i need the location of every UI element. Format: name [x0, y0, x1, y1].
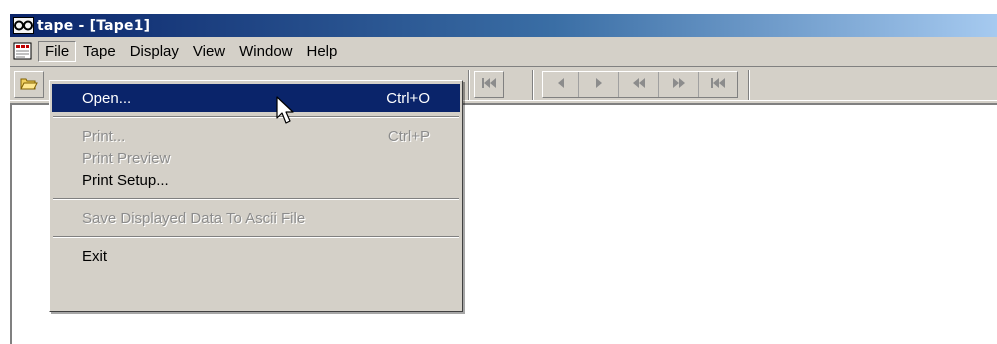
skip-start-button-2[interactable] [699, 72, 737, 97]
toolbar-group-file [14, 71, 44, 98]
step-back-icon [557, 77, 565, 92]
skip-start-button[interactable] [475, 72, 502, 97]
toolbar-group-playback [542, 71, 738, 98]
menu-display[interactable]: Display [123, 41, 186, 62]
menu-item-open-label: Open... [82, 89, 132, 107]
menu-item-print-label: Print... [82, 127, 126, 145]
menu-view[interactable]: View [186, 41, 232, 62]
menu-item-print-setup[interactable]: Print Setup... [52, 166, 460, 194]
menu-item-print-preview-label: Print Preview [82, 149, 171, 167]
toolbar-separator [468, 70, 470, 100]
toolbar-separator [748, 70, 750, 100]
toolbar-group-seek [474, 71, 504, 98]
menu-help[interactable]: Help [300, 41, 345, 62]
play-icon [595, 77, 603, 92]
menu-bar: File Tape Display View Window Help [10, 37, 997, 65]
menu-separator [53, 116, 459, 118]
menu-item-open-shortcut: Ctrl+O [386, 89, 430, 107]
glasses-icon[interactable] [13, 17, 34, 34]
menu-item-print-setup-label: Print Setup... [82, 171, 169, 189]
menu-window[interactable]: Window [232, 41, 299, 62]
menu-item-print-shortcut: Ctrl+P [387, 127, 430, 145]
skip-to-start-icon [710, 77, 726, 92]
menu-item-exit-label: Exit [82, 247, 108, 265]
menu-item-save-ascii-label: Save Displayed Data To Ascii File [82, 209, 306, 227]
menu-item-save-ascii[interactable]: Save Displayed Data To Ascii File [52, 204, 460, 232]
mouse-pointer-icon [276, 96, 298, 129]
fast-forward-button[interactable] [659, 72, 699, 97]
menu-separator [53, 236, 459, 238]
window-title: tape - [Tape1] [37, 17, 151, 34]
title-bar[interactable]: tape - [Tape1] [10, 14, 997, 37]
skip-to-start-icon [481, 77, 497, 92]
menu-separator [53, 198, 459, 200]
document-icon[interactable] [12, 41, 34, 61]
rewind-icon [632, 77, 646, 92]
play-button[interactable] [579, 72, 619, 97]
menu-item-open[interactable]: Open... Ctrl+O [52, 84, 460, 112]
file-menu-dropdown: Open... Ctrl+O Print... Ctrl+P Print Pre… [49, 80, 463, 312]
open-folder-button[interactable] [15, 72, 42, 97]
menu-item-exit[interactable]: Exit [52, 242, 460, 270]
open-folder-icon [19, 76, 38, 94]
toolbar-separator [532, 70, 534, 100]
step-back-button[interactable] [543, 72, 579, 97]
rewind-button[interactable] [619, 72, 659, 97]
fast-forward-icon [672, 77, 686, 92]
menu-file[interactable]: File [38, 40, 77, 62]
menu-tape[interactable]: Tape [76, 41, 123, 62]
